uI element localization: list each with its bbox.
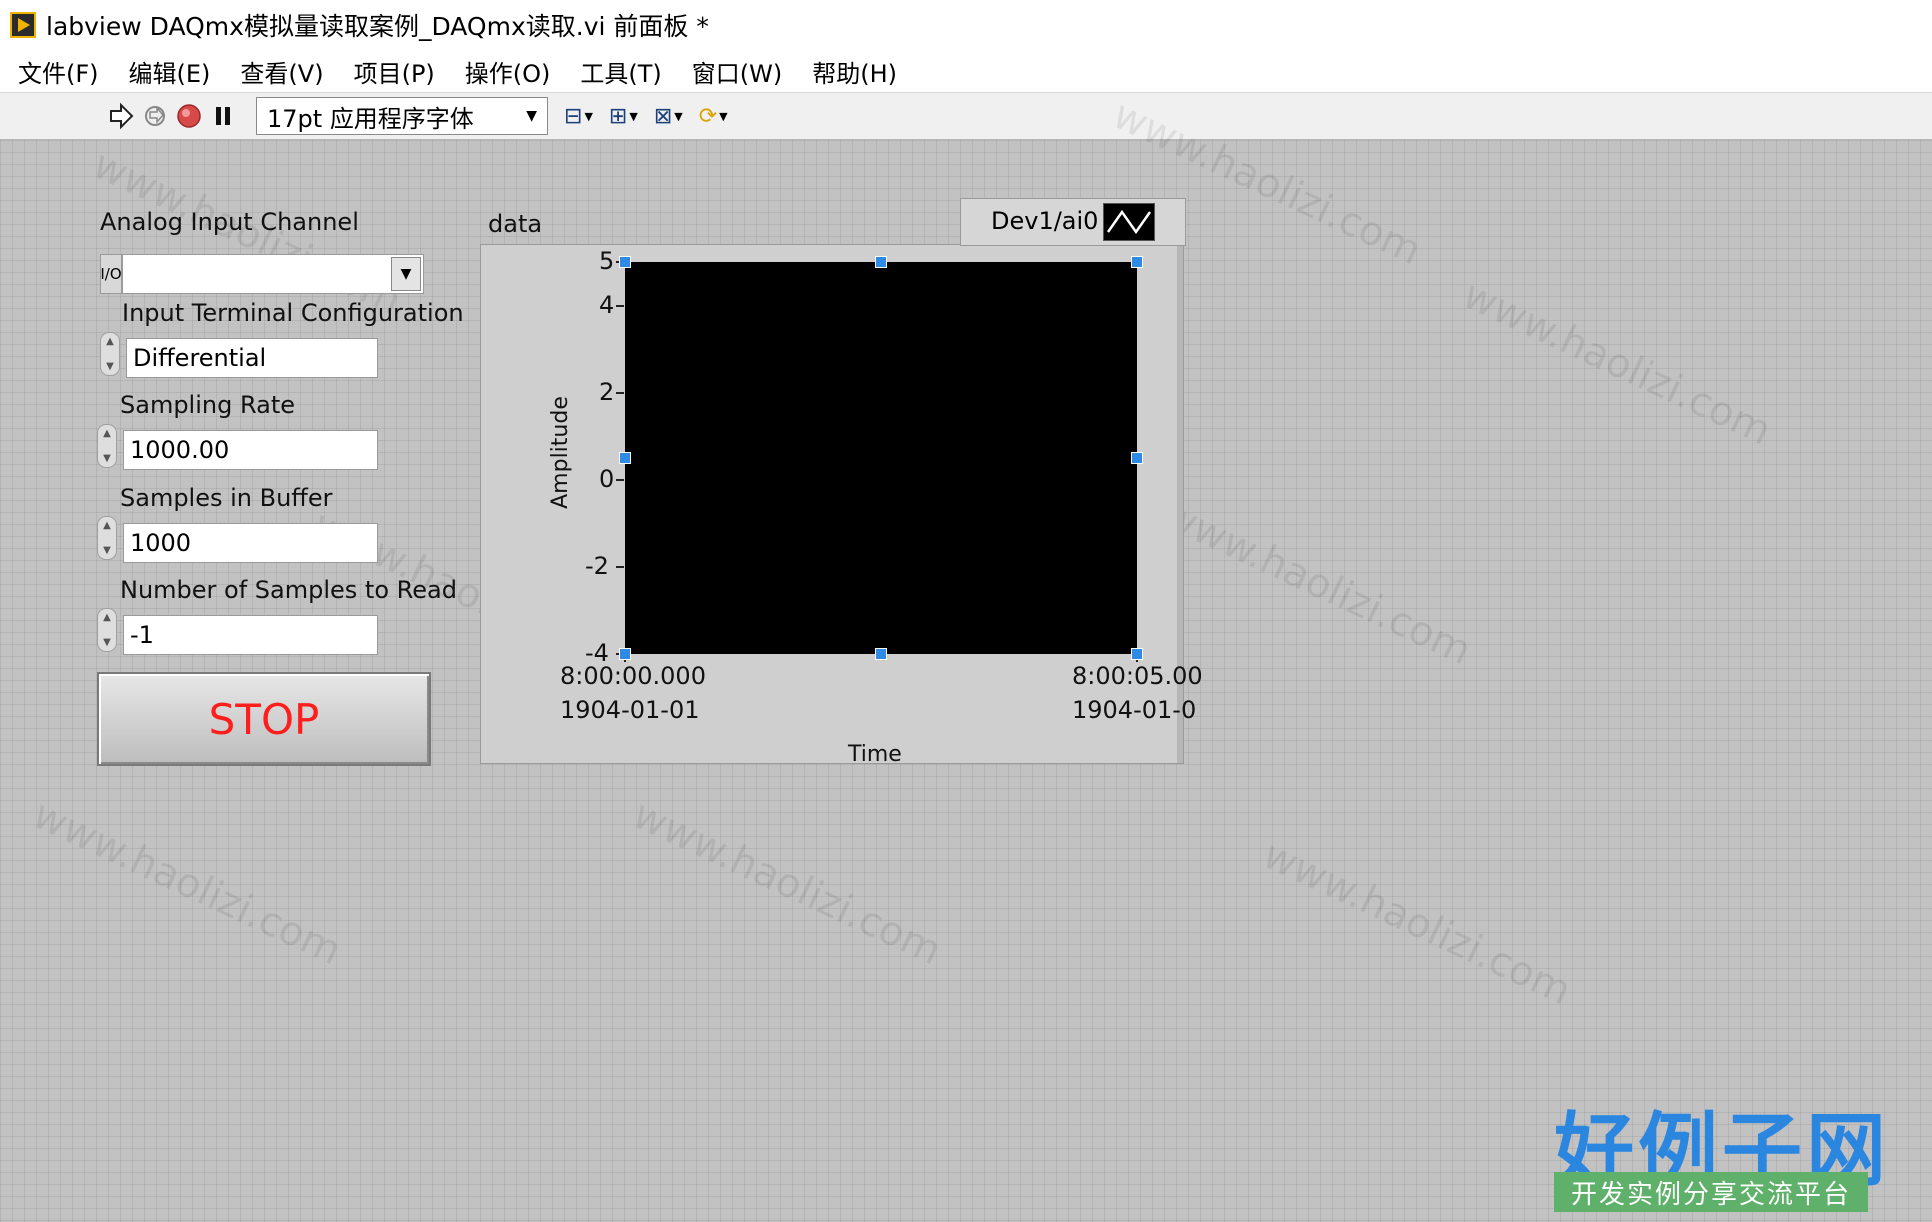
menu-file[interactable]: 文件(F) — [18, 54, 99, 89]
run-arrow-icon[interactable] — [104, 99, 138, 133]
input-terminal-config-stepper[interactable]: ▲ ▼ — [100, 332, 120, 376]
increment-arrow-icon[interactable]: ▲ — [103, 520, 111, 531]
resize-objects-icon: ⊠ — [653, 103, 673, 129]
menu-project[interactable]: 项目(P) — [354, 54, 435, 89]
labview-app-icon — [10, 12, 36, 38]
x-tick-time-label: 8:00:00.000 — [560, 662, 706, 690]
chevron-down-icon: ▼ — [719, 109, 728, 123]
y-tick-label: -2 — [585, 551, 609, 580]
legend-series-name: Dev1/ai0 — [991, 207, 1099, 235]
plot-area[interactable] — [625, 262, 1137, 654]
menu-tools[interactable]: 工具(T) — [580, 54, 661, 89]
chevron-down-icon: ▼ — [674, 109, 683, 123]
samples-to-read-stepper[interactable]: ▲ ▼ — [97, 608, 117, 652]
samples-in-buffer-value: 1000 — [130, 529, 192, 557]
reorder-button[interactable]: ⟳ ▼ — [699, 104, 728, 129]
x-tick-time-label: 8:00:05.00 — [1072, 662, 1203, 690]
chevron-down-icon: ▼ — [629, 109, 638, 123]
pause-icon[interactable] — [206, 99, 240, 133]
menu-window[interactable]: 窗口(W) — [692, 54, 782, 89]
decrement-arrow-icon[interactable]: ▼ — [106, 361, 114, 372]
run-continuously-icon[interactable] — [138, 99, 172, 133]
resize-handle[interactable] — [1131, 256, 1143, 268]
distribute-objects-icon: ⊞ — [608, 103, 628, 129]
watermark: www.haolizi.com — [625, 791, 949, 975]
resize-handle[interactable] — [1131, 648, 1143, 660]
analog-input-channel-field[interactable] — [122, 254, 424, 294]
samples-in-buffer-stepper[interactable]: ▲ ▼ — [97, 516, 117, 560]
samples-in-buffer-label: Samples in Buffer — [120, 484, 333, 512]
y-tick-label: 0 — [599, 464, 615, 493]
input-terminal-config-value: Differential — [133, 344, 267, 372]
analog-input-channel-dropdown[interactable]: ▼ — [391, 257, 421, 291]
sampling-rate-value: 1000.00 — [130, 436, 230, 464]
increment-arrow-icon[interactable]: ▲ — [103, 612, 111, 623]
toolbar: 17pt 应用程序字体 ▼ ⊟ ▼ ⊞ ▼ ⊠ ▼ ⟳ ▼ — [0, 93, 1932, 140]
resize-handle[interactable] — [619, 256, 631, 268]
y-tick-label: 2 — [599, 377, 615, 406]
increment-arrow-icon[interactable]: ▲ — [106, 336, 114, 347]
distribute-objects-button[interactable]: ⊞ ▼ — [609, 104, 638, 129]
analog-input-channel-label: Analog Input Channel — [100, 208, 359, 236]
watermark: www.haolizi.com — [1155, 491, 1479, 675]
menu-help[interactable]: 帮助(H) — [812, 54, 897, 89]
y-tick-label: 5 — [599, 247, 615, 275]
chevron-down-icon: ▼ — [526, 108, 537, 124]
y-tick-label: 4 — [599, 290, 615, 319]
font-select-value: 17pt 应用程序字体 — [267, 104, 474, 133]
increment-arrow-icon[interactable]: ▲ — [103, 428, 111, 439]
x-tick-date-label: 1904-01-0 — [1072, 696, 1197, 724]
x-tick-date-label: 1904-01-01 — [560, 696, 700, 724]
sampling-rate-stepper[interactable]: ▲ ▼ — [97, 424, 117, 468]
resize-handle[interactable] — [1131, 452, 1143, 464]
reorder-icon: ⟳ — [698, 103, 718, 129]
stop-button[interactable]: STOP — [97, 672, 431, 766]
abort-icon[interactable] — [172, 99, 206, 133]
sampling-rate-field[interactable]: 1000.00 — [123, 430, 378, 470]
legend-line-swatch[interactable] — [1103, 203, 1155, 241]
io-channel-icon: I/O — [100, 254, 122, 294]
samples-to-read-value: -1 — [130, 621, 154, 649]
decrement-arrow-icon[interactable]: ▼ — [103, 637, 111, 648]
decrement-arrow-icon[interactable]: ▼ — [103, 453, 111, 464]
haolizi-logo-subtitle: 开发实例分享交流平台 — [1554, 1172, 1868, 1212]
input-terminal-config-field[interactable]: Differential — [126, 338, 378, 378]
resize-handle[interactable] — [619, 648, 631, 660]
samples-to-read-label: Number of Samples to Read — [120, 576, 457, 604]
plot-legend[interactable]: Dev1/ai0 — [960, 198, 1186, 246]
title-bar: labview DAQmx模拟量读取案例_DAQmx读取.vi 前面板 * — [0, 0, 1932, 50]
menu-view[interactable]: 查看(V) — [240, 54, 323, 89]
sampling-rate-label: Sampling Rate — [120, 391, 295, 419]
menu-operate[interactable]: 操作(O) — [465, 54, 551, 89]
input-terminal-config-label: Input Terminal Configuration — [122, 299, 464, 327]
y-tick-mark — [616, 391, 624, 394]
resize-handle[interactable] — [875, 648, 887, 660]
x-axis-label: Time — [848, 742, 902, 767]
samples-to-read-field[interactable]: -1 — [123, 615, 378, 655]
menu-bar: 文件(F) 编辑(E) 查看(V) 项目(P) 操作(O) 工具(T) 窗口(W… — [0, 50, 1932, 93]
chart-label: data — [488, 210, 543, 238]
align-objects-icon: ⊟ — [564, 103, 583, 129]
samples-in-buffer-field[interactable]: 1000 — [123, 523, 378, 563]
decrement-arrow-icon[interactable]: ▼ — [103, 545, 111, 556]
chevron-down-icon: ▼ — [584, 109, 593, 123]
chevron-down-icon: ▼ — [400, 266, 412, 282]
resize-handle[interactable] — [875, 256, 887, 268]
menu-edit[interactable]: 编辑(E) — [129, 54, 211, 89]
y-tick-mark — [616, 565, 624, 568]
watermark: www.haolizi.com — [1455, 271, 1779, 455]
resize-handle[interactable] — [619, 452, 631, 464]
y-axis-label: Amplitude — [547, 396, 573, 509]
watermark: www.haolizi.com — [1255, 831, 1579, 1015]
stop-button-label: STOP — [208, 694, 320, 744]
font-select[interactable]: 17pt 应用程序字体 ▼ — [256, 97, 548, 135]
watermark: www.haolizi.com — [25, 791, 349, 975]
y-tick-mark — [616, 304, 624, 307]
align-objects-button[interactable]: ⊟ ▼ — [564, 104, 593, 129]
resize-objects-button[interactable]: ⊠ ▼ — [654, 104, 683, 129]
window-title: labview DAQmx模拟量读取案例_DAQmx读取.vi 前面板 * — [46, 12, 709, 41]
y-tick-mark — [616, 478, 624, 481]
